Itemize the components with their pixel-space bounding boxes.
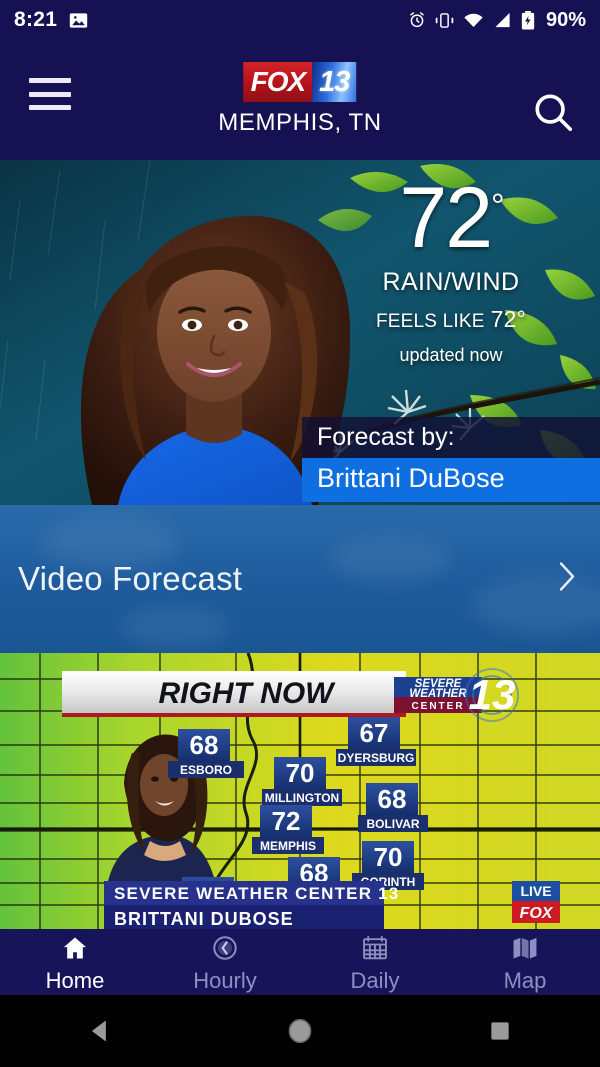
city-label: MEMPHIS, TN xyxy=(218,109,382,136)
svg-text:MILLINGTON: MILLINGTON xyxy=(265,791,339,805)
alarm-icon xyxy=(408,11,426,29)
svg-text:68: 68 xyxy=(378,784,407,814)
logo-fox-text: FOX xyxy=(243,62,313,102)
cloud-decoration xyxy=(330,535,450,583)
tab-map-label: Map xyxy=(503,967,547,993)
home-circle-icon[interactable] xyxy=(200,1017,400,1045)
tab-home[interactable]: Home xyxy=(0,929,150,995)
battery-charging-icon xyxy=(521,10,535,30)
hamburger-menu-icon[interactable] xyxy=(29,78,71,110)
svg-text:MEMPHIS: MEMPHIS xyxy=(260,839,316,853)
current-weather-readout: 72° RAIN/WIND FEELS LIKE 72° updated now xyxy=(316,170,586,366)
svg-text:LIVE: LIVE xyxy=(520,883,551,899)
feels-like: FEELS LIKE 72° xyxy=(375,305,527,332)
status-bar-right: 90% xyxy=(408,9,586,32)
cloud-decoration xyxy=(470,575,600,635)
tab-hourly[interactable]: Hourly xyxy=(150,929,300,995)
search-icon[interactable] xyxy=(530,89,576,135)
lower-third-banner: SEVERE WEATHER CENTER 13 BRITTANI DUBOSE xyxy=(104,881,399,929)
forecast-by-name: Brittani DuBose xyxy=(302,458,600,502)
svg-text:SEVERE WEATHER CENTER 13: SEVERE WEATHER CENTER 13 xyxy=(114,884,399,903)
home-icon xyxy=(60,934,90,967)
right-now-banner-text: RIGHT NOW xyxy=(159,677,337,710)
calendar-icon xyxy=(360,934,390,967)
battery-percent: 90% xyxy=(545,8,586,31)
svg-text:68: 68 xyxy=(190,730,219,760)
svg-text:67: 67 xyxy=(360,718,389,748)
svg-text:CENTER: CENTER xyxy=(411,701,464,712)
recents-square-icon[interactable] xyxy=(400,1018,600,1044)
svg-text:WEATHER: WEATHER xyxy=(409,688,467,700)
tab-map[interactable]: Map xyxy=(450,929,600,995)
svg-text:13: 13 xyxy=(469,671,516,718)
screenshot-icon xyxy=(69,11,88,30)
video-player-weather-map[interactable]: RIGHT NOW SEVERE WEATHER CENTER 13 68 ES… xyxy=(0,653,600,929)
current-temperature: 72° xyxy=(399,170,504,266)
updated-time: updated now xyxy=(399,344,503,365)
tab-hourly-label: Hourly xyxy=(193,967,257,993)
clock-icon xyxy=(210,934,240,967)
wifi-icon xyxy=(463,12,484,28)
bottom-tab-bar: Home Hourly Daily Map xyxy=(0,929,600,995)
tab-daily-label: Daily xyxy=(350,967,400,993)
svg-text:DYERSBURG: DYERSBURG xyxy=(338,751,415,765)
status-bar: 8:21 90% xyxy=(0,0,600,40)
svg-text:70: 70 xyxy=(286,758,315,788)
logo-13-text: 13 xyxy=(312,62,357,102)
current-condition: RAIN/WIND xyxy=(382,267,520,296)
app-logo: FOX 13 MEMPHIS, TN xyxy=(218,62,382,137)
chevron-right-icon[interactable] xyxy=(556,560,578,599)
status-bar-left: 8:21 xyxy=(14,8,88,32)
android-navigation-bar xyxy=(0,995,600,1067)
vibrate-icon xyxy=(435,12,454,29)
forecast-by-label: Forecast by: xyxy=(302,417,600,458)
svg-text:BOLIVAR: BOLIVAR xyxy=(366,817,419,831)
svg-text:70: 70 xyxy=(374,842,403,872)
fox13-logo: FOX 13 xyxy=(243,62,357,102)
tab-daily[interactable]: Daily xyxy=(300,929,450,995)
svg-text:72: 72 xyxy=(272,806,301,836)
svg-text:FOX: FOX xyxy=(520,905,554,922)
cloud-decoration xyxy=(120,605,230,649)
app-header: FOX 13 MEMPHIS, TN xyxy=(0,40,600,160)
phone-screen: 8:21 90% FOX 13 MEMPHIS, TN 72° RAIN/WIN… xyxy=(0,0,600,1067)
hero-weather-card[interactable]: 72° RAIN/WIND FEELS LIKE 72° updated now … xyxy=(0,160,600,505)
video-forecast-title: Video Forecast xyxy=(18,560,243,597)
back-triangle-icon[interactable] xyxy=(0,1017,200,1045)
live-fox-badge: LIVE FOX xyxy=(512,881,560,923)
signal-icon xyxy=(493,12,512,28)
svg-text:ESBORO: ESBORO xyxy=(180,763,232,777)
status-time: 8:21 xyxy=(14,8,58,31)
map-icon xyxy=(510,934,540,967)
tab-home-label: Home xyxy=(45,967,105,993)
forecast-by-banner: Forecast by: Brittani DuBose xyxy=(302,417,600,502)
video-forecast-section[interactable]: Video Forecast xyxy=(0,505,600,653)
svg-text:BRITTANI DUBOSE: BRITTANI DUBOSE xyxy=(114,909,294,929)
